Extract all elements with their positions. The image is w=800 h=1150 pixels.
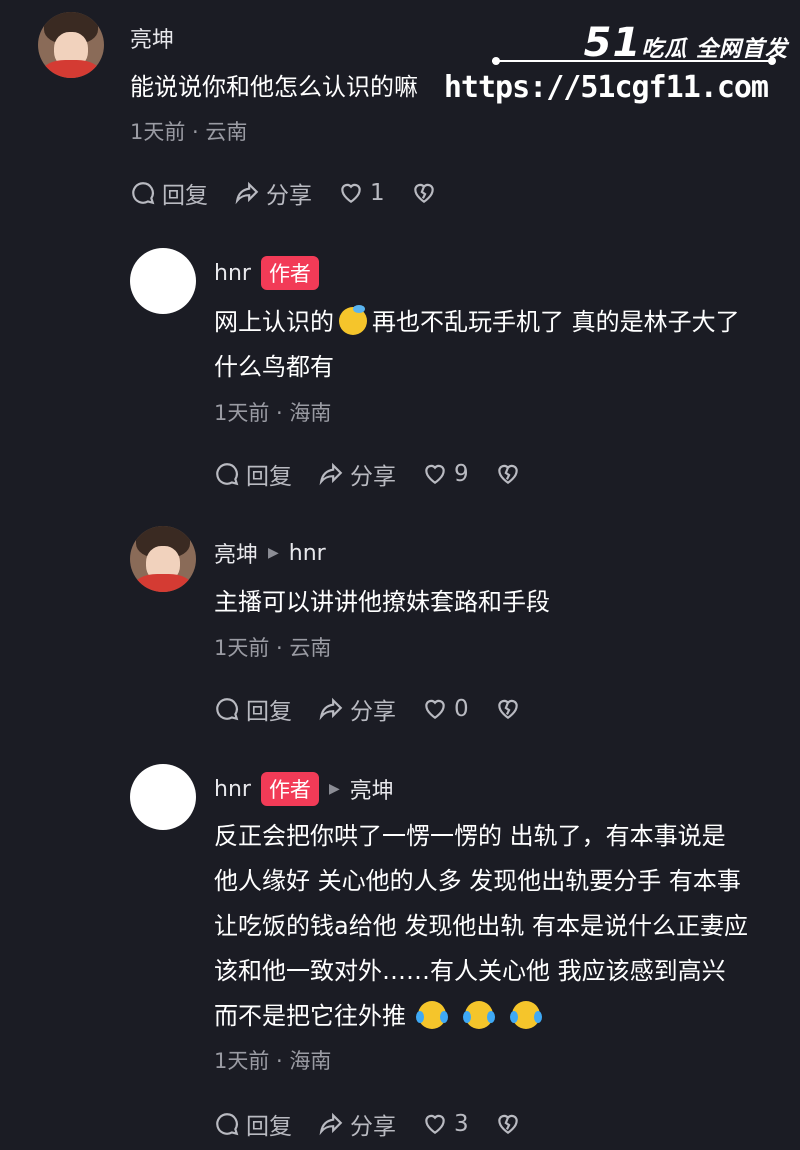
comment-actions: 回复 分享 3 — [214, 1107, 547, 1141]
comment-meta: 1天前 · 云南 — [214, 636, 332, 660]
watermark-url: https://51cgf11.com — [443, 70, 769, 105]
share-button[interactable]: 分享 — [318, 692, 396, 726]
share-button[interactable]: 分享 — [318, 1107, 396, 1141]
like-button[interactable]: 0 — [422, 696, 469, 722]
author-name[interactable]: 亮坤 — [130, 22, 174, 54]
dislike-button[interactable] — [495, 1111, 521, 1137]
share-icon — [319, 697, 343, 721]
share-icon — [235, 181, 259, 205]
dislike-button[interactable] — [495, 696, 521, 722]
comment-text: 主播可以讲讲他撩妹套路和手段 — [214, 588, 550, 616]
avatar[interactable] — [38, 12, 104, 78]
comment-author[interactable]: 亮坤 ▶ hnr — [214, 537, 326, 569]
dislike-button[interactable] — [495, 461, 521, 487]
sleepy-emoji-icon — [339, 305, 367, 335]
reply-icon — [216, 1113, 239, 1136]
comment-meta: 1天前 · 云南 — [130, 120, 248, 144]
reply-icon — [132, 182, 155, 205]
watermark-divider — [492, 57, 776, 65]
like-button[interactable]: 9 — [422, 461, 469, 487]
broken-heart-icon — [497, 1114, 518, 1134]
broken-heart-icon — [497, 464, 518, 484]
reply-button[interactable]: 回复 — [214, 692, 292, 726]
comment-author[interactable]: hnr 作者 — [214, 256, 319, 290]
reply-arrow-icon: ▶ — [268, 545, 279, 561]
like-button[interactable]: 3 — [422, 1111, 469, 1137]
heart-icon — [341, 183, 361, 203]
reply-button[interactable]: 回复 — [130, 176, 208, 210]
avatar[interactable] — [130, 764, 196, 830]
heart-icon — [425, 464, 445, 484]
author-badge: 作者 — [260, 256, 319, 290]
crying-laughing-emoji-icon — [510, 1001, 542, 1029]
like-button[interactable]: 1 — [338, 180, 385, 206]
avatar[interactable] — [130, 248, 196, 314]
comment-actions: 回复 分享 1 — [130, 176, 463, 210]
author-name[interactable]: 亮坤 — [214, 537, 258, 569]
comment-meta: 1天前 · 海南 — [214, 401, 332, 425]
reply-icon — [216, 463, 239, 486]
author-badge: 作者 — [260, 772, 319, 806]
comment-text: 网上认识的 再也不乱玩手机了 真的是林子大了 什么鸟都有 — [214, 305, 740, 381]
crying-laughing-emoji-icon — [463, 1001, 495, 1029]
heart-icon — [425, 1114, 445, 1134]
reply-button[interactable]: 回复 — [214, 457, 292, 491]
comment-actions: 回复 分享 9 — [214, 457, 547, 491]
share-icon — [319, 462, 343, 486]
share-icon — [319, 1112, 343, 1136]
comment-text: 反正会把你哄了一愣一愣的 出轨了，有本事说是 他人缘好 关心他的人多 发现他出轨… — [214, 822, 748, 1030]
broken-heart-icon — [413, 183, 434, 203]
share-button[interactable]: 分享 — [234, 176, 312, 210]
reply-to-name[interactable]: hnr — [289, 541, 326, 566]
reply-to-name[interactable]: 亮坤 — [350, 773, 394, 805]
crying-laughing-emoji-icon — [416, 1001, 448, 1029]
dislike-button[interactable] — [411, 180, 437, 206]
comment-actions: 回复 分享 0 — [214, 692, 547, 726]
author-name[interactable]: hnr — [214, 777, 251, 802]
comment-author[interactable]: hnr 作者 ▶ 亮坤 — [214, 772, 394, 806]
reply-button[interactable]: 回复 — [214, 1107, 292, 1141]
comment-meta: 1天前 · 海南 — [214, 1049, 332, 1073]
comment-text: 能说说你和他怎么认识的嘛 — [130, 73, 418, 101]
comment-author[interactable]: 亮坤 — [130, 22, 174, 54]
broken-heart-icon — [497, 699, 518, 719]
watermark: 51吃瓜 全网首发 https://51cgf11.com — [444, 14, 792, 114]
share-button[interactable]: 分享 — [318, 457, 396, 491]
reply-arrow-icon: ▶ — [328, 781, 340, 797]
reply-icon — [216, 698, 239, 721]
heart-icon — [425, 699, 445, 719]
avatar[interactable] — [130, 526, 196, 592]
author-name[interactable]: hnr — [214, 261, 251, 286]
